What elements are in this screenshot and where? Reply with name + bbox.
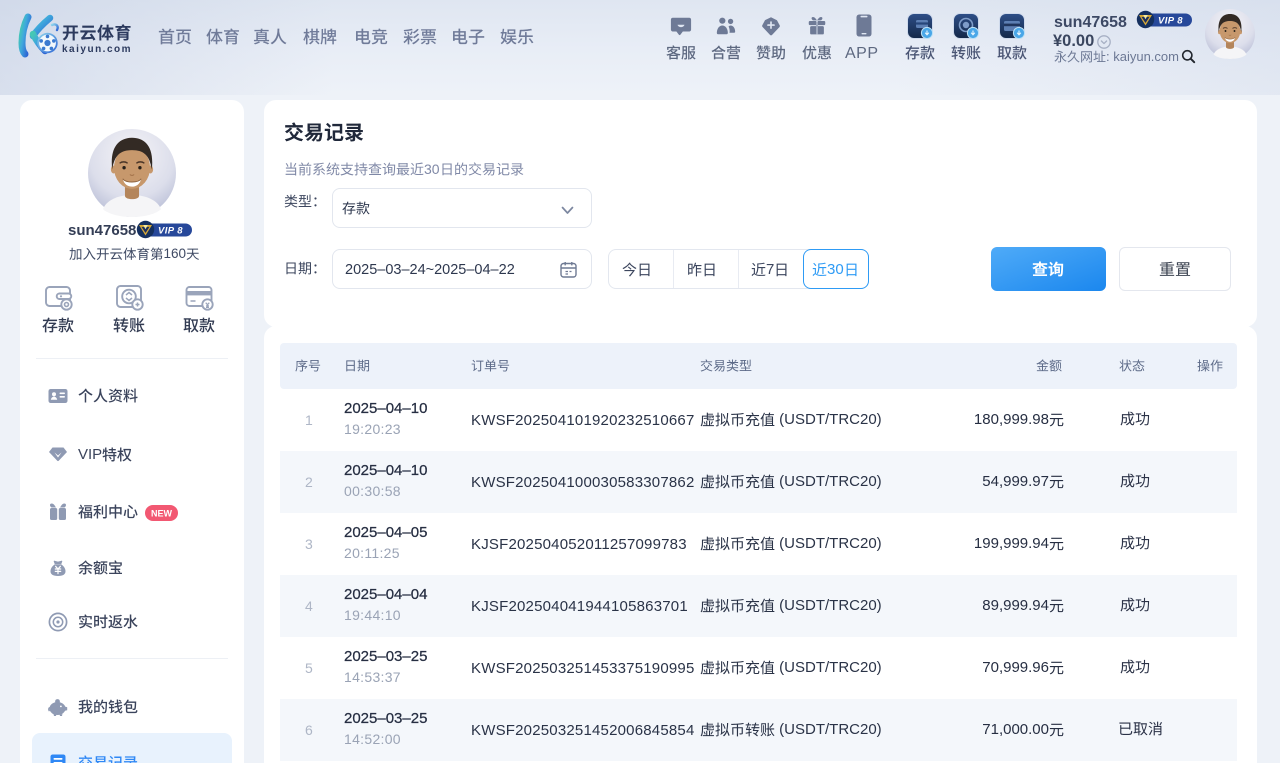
svg-text:VIP 8: VIP 8 xyxy=(1158,15,1183,26)
svg-text:NEW: NEW xyxy=(151,509,173,519)
svg-text:VIP 8: VIP 8 xyxy=(158,225,183,236)
